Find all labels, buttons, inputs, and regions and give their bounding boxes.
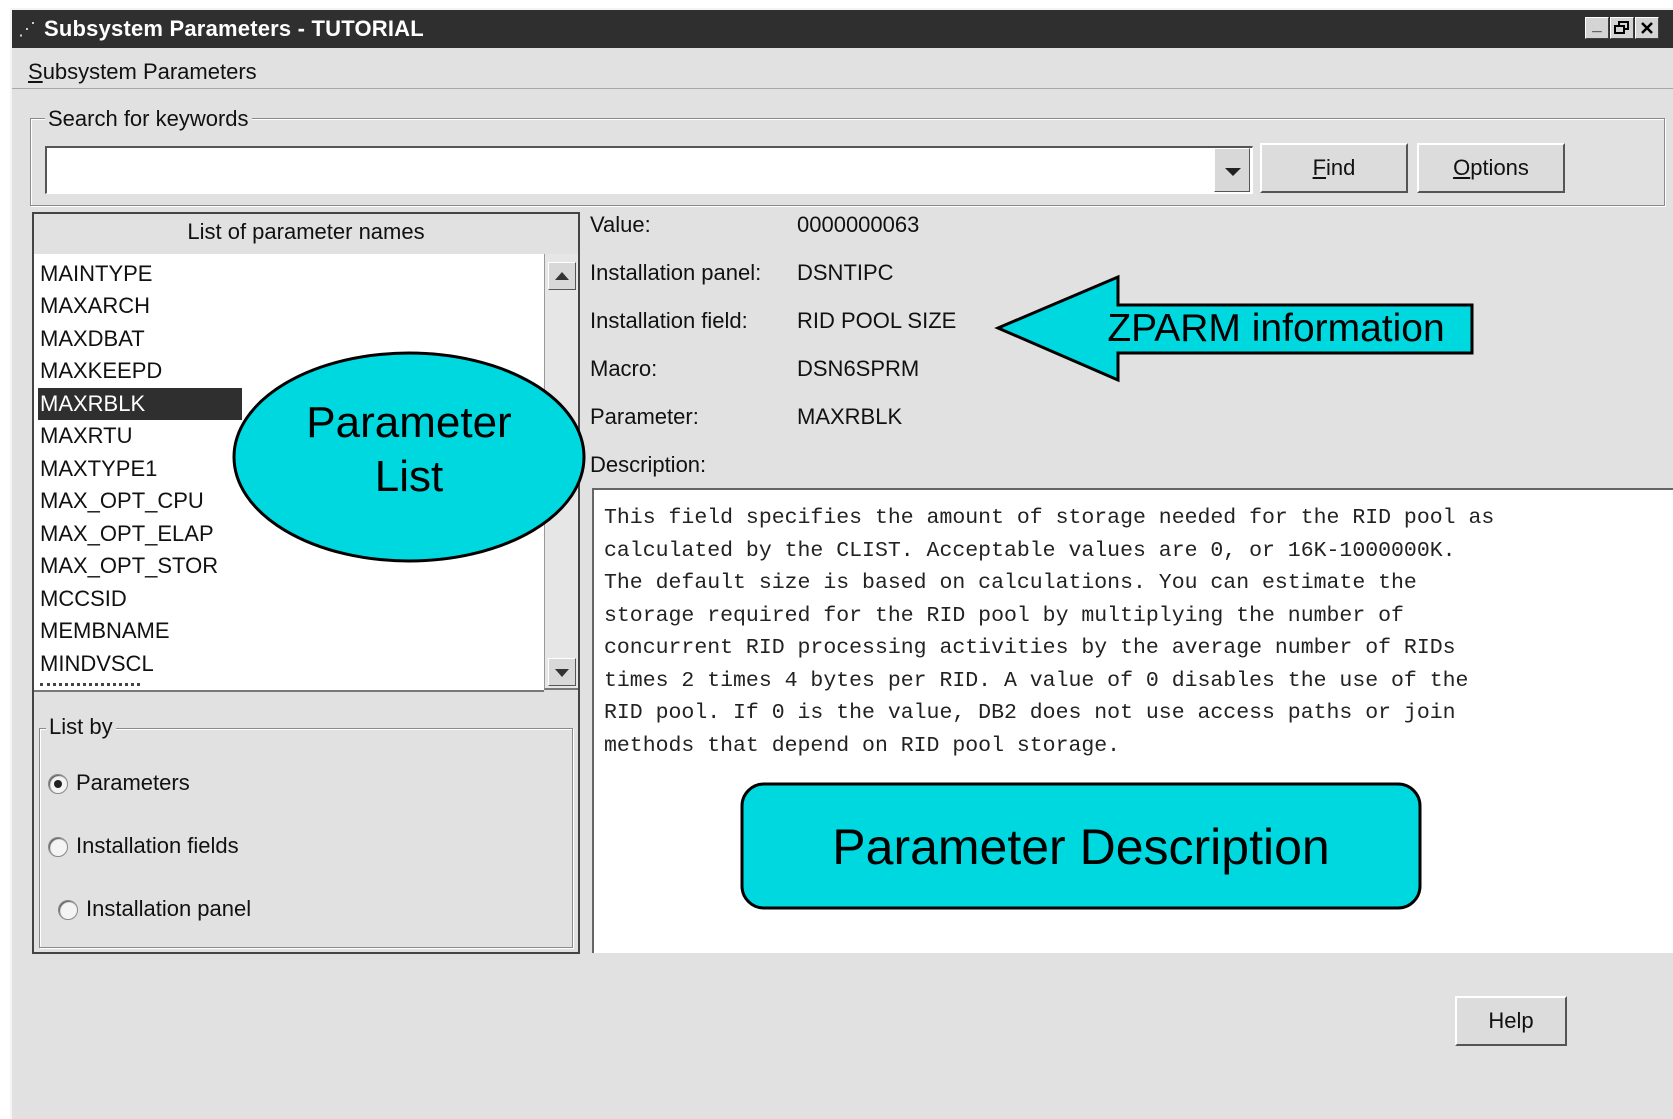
- parameter-list-callout-text: Parameter List: [234, 396, 584, 504]
- callout-line: List: [374, 452, 444, 501]
- annotation-layer: [232, 274, 1474, 910]
- zparm-callout-text: ZPARM information: [1107, 307, 1445, 350]
- description-callout-text: Parameter Description: [832, 819, 1330, 875]
- callout-line: Parameter: [306, 398, 512, 447]
